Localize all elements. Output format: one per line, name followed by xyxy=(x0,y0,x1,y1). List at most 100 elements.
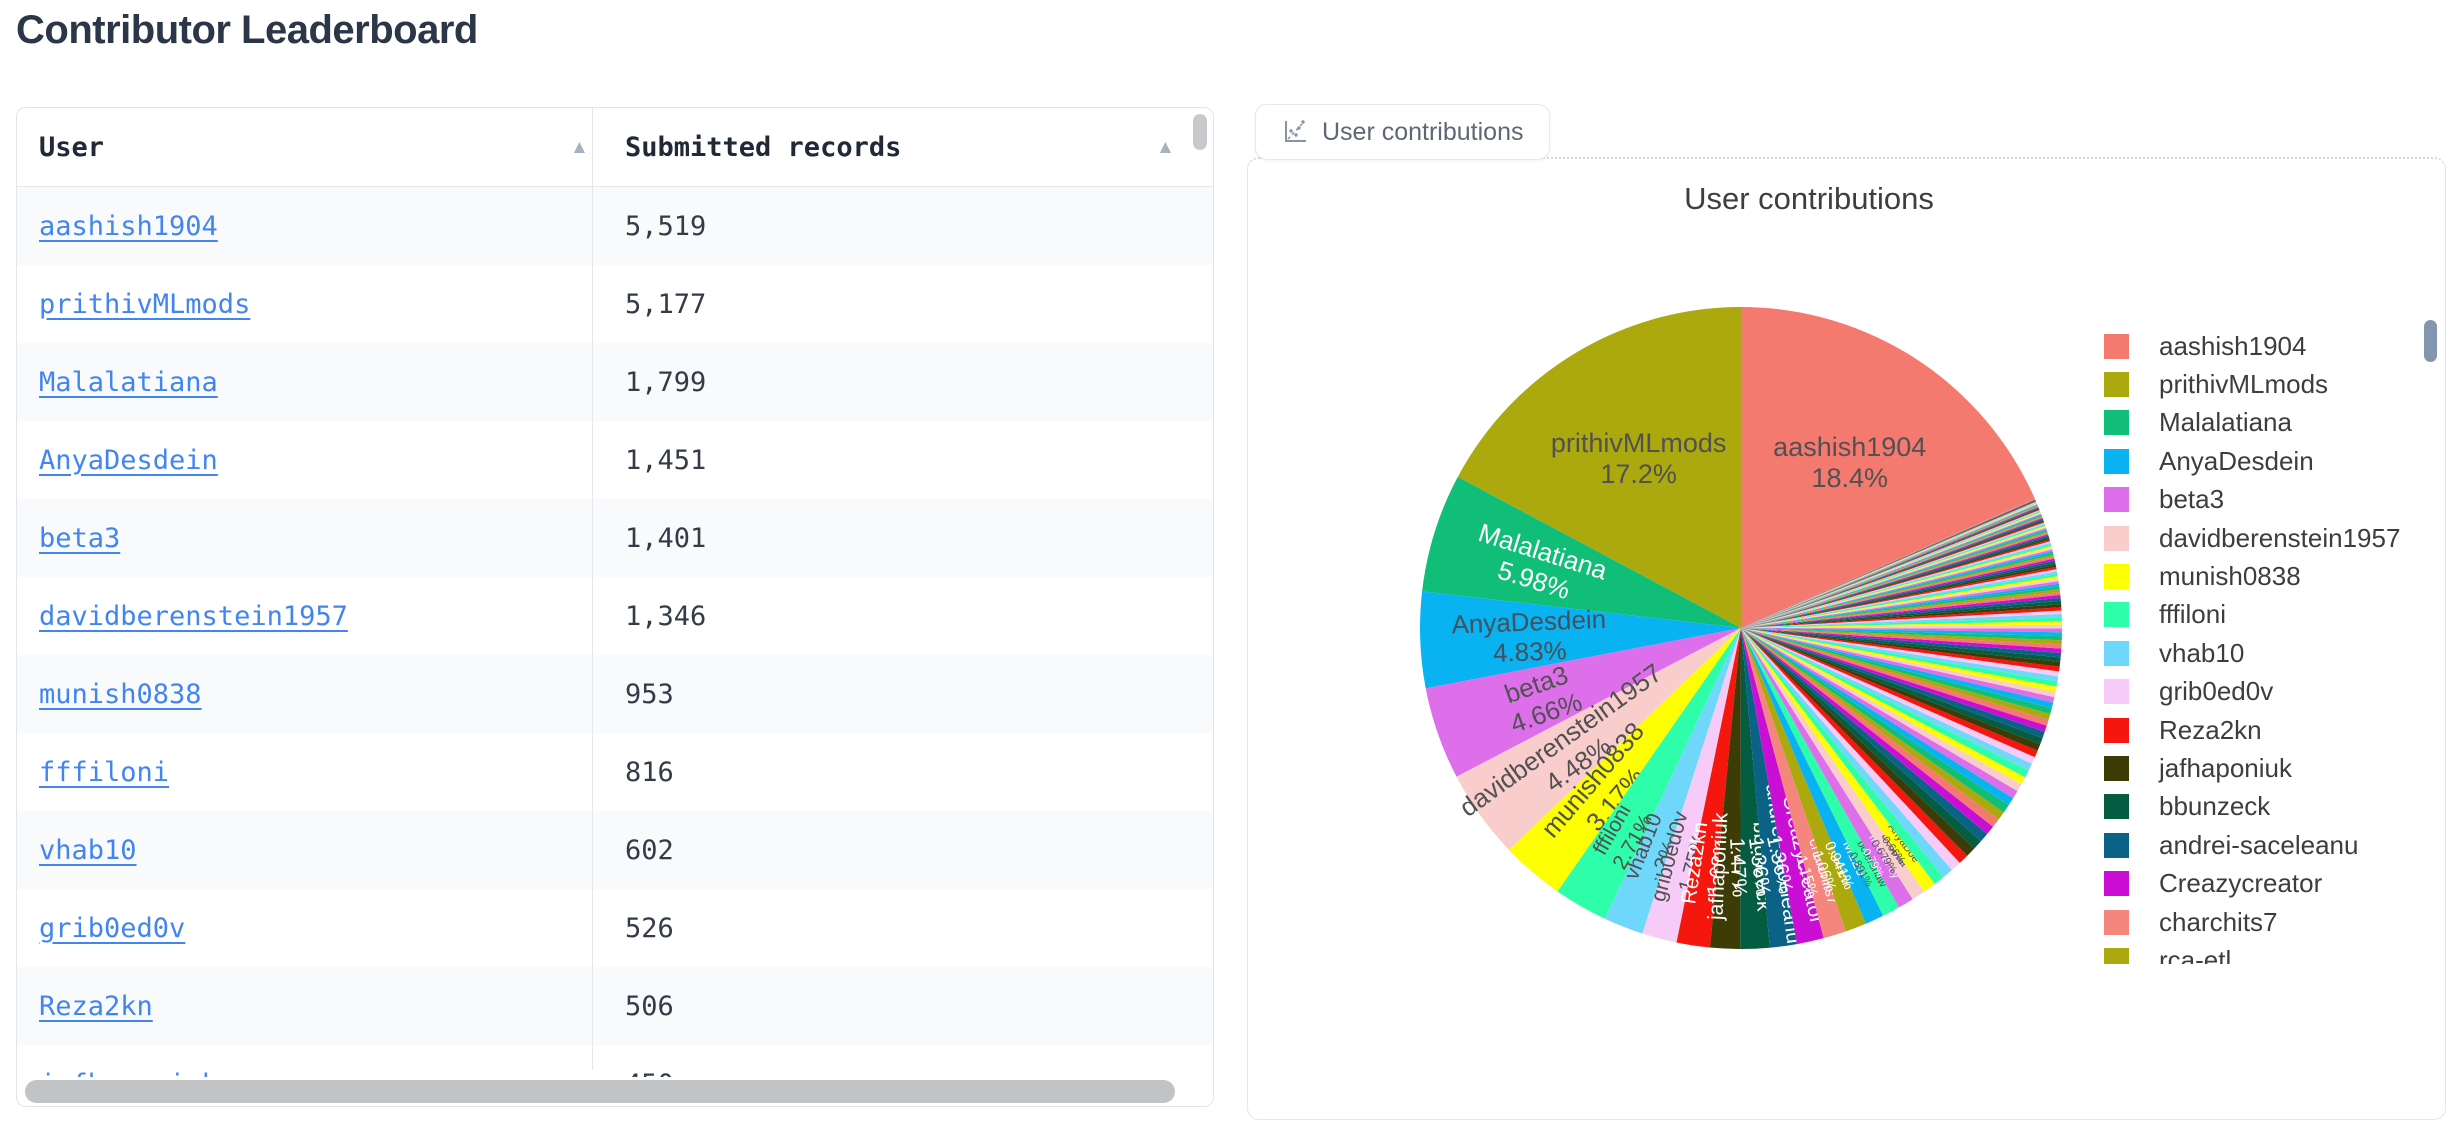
legend-swatch xyxy=(2104,487,2129,513)
tab-label: User contributions xyxy=(1322,117,1524,146)
legend-label: davidberenstein1957 xyxy=(2159,522,2401,553)
table-row: davidberenstein1957 1,346 xyxy=(17,577,1213,655)
chart-scrollbar[interactable] xyxy=(2424,320,2437,362)
records-cell: 953 xyxy=(625,678,674,710)
user-link[interactable]: prithivMLmods xyxy=(39,289,250,320)
table-row: Malalatiana 1,799 xyxy=(17,343,1213,421)
table-row: vhab10 602 xyxy=(17,811,1213,889)
user-link[interactable]: vhab10 xyxy=(39,835,137,866)
user-link[interactable]: Reza2kn xyxy=(39,991,153,1022)
sort-ascending-icon[interactable]: ▲ xyxy=(1156,137,1175,159)
user-cell: Malalatiana xyxy=(39,343,218,421)
legend-label: jafhaponiuk xyxy=(2159,752,2292,783)
table-header: User ▲ Submitted records ▲ xyxy=(17,108,1213,187)
legend-swatch xyxy=(2104,333,2129,359)
legend-item: vhab10 xyxy=(2094,634,2424,672)
records-cell: 602 xyxy=(625,834,674,866)
legend-item: Reza2kn xyxy=(2094,711,2424,749)
user-cell: prithivMLmods xyxy=(39,265,250,343)
table-row: AnyaDesdein 1,451 xyxy=(17,421,1213,499)
user-cell: fffiloni xyxy=(39,733,169,811)
legend-item: AnyaDesdein xyxy=(2094,442,2424,480)
records-cell: 5,177 xyxy=(625,288,707,320)
records-cell: 5,519 xyxy=(625,210,707,242)
user-cell: davidberenstein1957 xyxy=(39,577,348,655)
column-header-records-label: Submitted records xyxy=(625,132,902,163)
legend-label: Reza2kn xyxy=(2159,714,2262,745)
records-cell: 1,346 xyxy=(625,600,707,632)
legend-swatch xyxy=(2104,410,2129,436)
user-cell: aashish1904 xyxy=(39,187,218,265)
user-link[interactable]: fffiloni xyxy=(39,757,169,788)
legend-label: charchits7 xyxy=(2159,906,2278,937)
chart-panel: User contributions prithivMLmods 17.2% Mal… xyxy=(1247,157,2446,1120)
legend-swatch xyxy=(2104,525,2129,551)
user-link[interactable]: davidberenstein1957 xyxy=(39,601,348,632)
user-link[interactable]: munish0838 xyxy=(39,679,202,710)
user-link[interactable]: beta3 xyxy=(39,523,120,554)
user-link[interactable]: aashish1904 xyxy=(39,211,218,242)
legend-item: rca-etl xyxy=(2094,941,2424,964)
legend-label: munish0838 xyxy=(2159,561,2301,592)
user-cell: munish0838 xyxy=(39,655,202,733)
legend-label: andrei-saceleanu xyxy=(2159,829,2359,860)
legend-swatch xyxy=(2104,602,2129,628)
legend-item: davidberenstein1957 xyxy=(2094,519,2424,557)
legend-item: Malalatiana xyxy=(2094,404,2424,442)
legend-swatch xyxy=(2104,794,2129,820)
chart-legend: aashish1904 prithivMLmods Malalatiana AnyaD… xyxy=(2094,327,2424,964)
table-row: fffiloni 816 xyxy=(17,733,1213,811)
legend-swatch xyxy=(2104,640,2129,666)
legend-item: aashish1904 xyxy=(2094,327,2424,365)
column-header-records[interactable]: Submitted records xyxy=(625,108,1125,187)
records-cell: 506 xyxy=(625,990,674,1022)
user-link[interactable]: Malalatiana xyxy=(39,367,218,398)
user-cell: grib0ed0v xyxy=(39,889,185,967)
user-link[interactable]: jafhaponiuk xyxy=(39,1069,218,1078)
tab-user-contributions[interactable]: User contributions xyxy=(1255,104,1551,160)
legend-swatch xyxy=(2104,947,2129,964)
legend-label: aashish1904 xyxy=(2159,330,2307,361)
legend-label: rca-etl xyxy=(2159,944,2232,964)
table-row: munish0838 953 xyxy=(17,655,1213,733)
legend-swatch xyxy=(2104,717,2129,743)
table-horizontal-scrollbar[interactable] xyxy=(25,1080,1175,1103)
records-cell: 450 xyxy=(625,1045,674,1078)
user-cell: beta3 xyxy=(39,499,120,577)
table-vertical-scrollbar[interactable] xyxy=(1193,114,1207,150)
user-link[interactable]: grib0ed0v xyxy=(39,913,185,944)
records-cell: 1,401 xyxy=(625,522,707,554)
user-cell: AnyaDesdein xyxy=(39,421,218,499)
records-cell: 816 xyxy=(625,756,674,788)
table-row: beta3 1,401 xyxy=(17,499,1213,577)
legend-item: charchits7 xyxy=(2094,903,2424,941)
column-divider xyxy=(592,108,593,1070)
legend-item: bbunzeck xyxy=(2094,788,2424,826)
legend-swatch xyxy=(2104,372,2129,398)
table-row: Reza2kn 506 xyxy=(17,967,1213,1045)
legend-item: fffiloni xyxy=(2094,596,2424,634)
table-row: jafhaponiuk 450 xyxy=(17,1045,1213,1077)
legend-swatch xyxy=(2104,755,2129,781)
user-cell: Reza2kn xyxy=(39,967,153,1045)
legend-label: prithivMLmods xyxy=(2159,369,2329,400)
legend-item: jafhaponiuk xyxy=(2094,749,2424,787)
sort-ascending-icon[interactable]: ▲ xyxy=(570,137,589,159)
scatter-chart-icon xyxy=(1282,119,1308,145)
user-cell: vhab10 xyxy=(39,811,137,889)
records-cell: 1,799 xyxy=(625,366,707,398)
user-cell: jafhaponiuk xyxy=(39,1045,218,1078)
records-cell: 526 xyxy=(625,912,674,944)
column-header-user[interactable]: User xyxy=(39,108,559,187)
user-link[interactable]: AnyaDesdein xyxy=(39,445,218,476)
table-row: grib0ed0v 526 xyxy=(17,889,1213,967)
legend-label: Creazycreator xyxy=(2159,868,2323,899)
legend-item: grib0ed0v xyxy=(2094,673,2424,711)
legend-label: vhab10 xyxy=(2159,637,2245,668)
table-row: prithivMLmods 5,177 xyxy=(17,265,1213,343)
table-body: aashish1904 5,519 prithivMLmods 5,177 Malala… xyxy=(17,187,1213,1077)
legend-item: andrei-saceleanu xyxy=(2094,826,2424,864)
page-title: Contributor Leaderboard xyxy=(16,8,478,52)
legend-swatch xyxy=(2104,832,2129,858)
app-root: Contributor Leaderboard User ▲ Submitted… xyxy=(0,0,2460,1130)
